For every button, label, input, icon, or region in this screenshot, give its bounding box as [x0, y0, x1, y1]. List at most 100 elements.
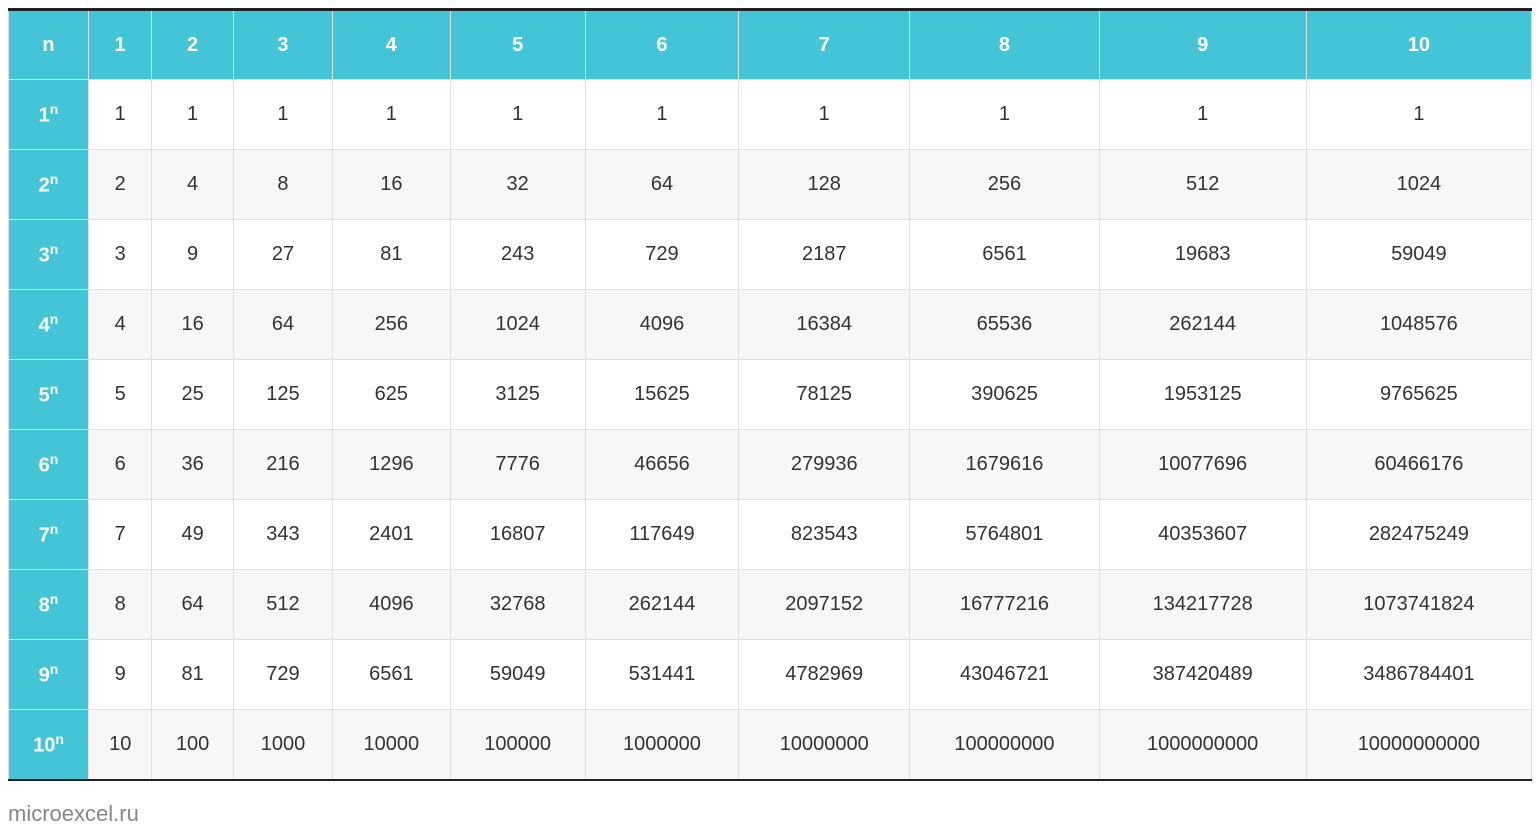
data-cell: 100000: [450, 710, 585, 780]
data-cell: 25: [152, 360, 233, 430]
data-cell: 4096: [585, 290, 738, 360]
data-cell: 16384: [739, 290, 910, 360]
data-cell: 2401: [333, 500, 450, 570]
data-cell: 10000: [333, 710, 450, 780]
data-cell: 1073741824: [1306, 570, 1531, 640]
row-header: 8n: [9, 570, 89, 640]
col-header: 1: [89, 10, 152, 80]
table-row: 8n86451240963276826214420971521677721613…: [9, 570, 1532, 640]
table-row: 5n52512562531251562578125390625195312597…: [9, 360, 1532, 430]
data-cell: 1: [89, 80, 152, 150]
data-cell: 1: [333, 80, 450, 150]
data-cell: 343: [233, 500, 332, 570]
table-row: 9n98172965615904953144147829694304672138…: [9, 640, 1532, 710]
data-cell: 387420489: [1099, 640, 1306, 710]
data-cell: 279936: [739, 430, 910, 500]
data-cell: 262144: [585, 570, 738, 640]
data-cell: 512: [1099, 150, 1306, 220]
data-cell: 10077696: [1099, 430, 1306, 500]
data-cell: 2: [89, 150, 152, 220]
table-row: 4n41664256102440961638465536262144104857…: [9, 290, 1532, 360]
data-cell: 78125: [739, 360, 910, 430]
data-cell: 64: [233, 290, 332, 360]
col-header: 5: [450, 10, 585, 80]
col-header: 3: [233, 10, 332, 80]
data-cell: 1296: [333, 430, 450, 500]
data-cell: 1000: [233, 710, 332, 780]
table-row: 1n1111111111: [9, 80, 1532, 150]
data-cell: 1953125: [1099, 360, 1306, 430]
row-header: 3n: [9, 220, 89, 290]
data-cell: 36: [152, 430, 233, 500]
table-row: 10n1010010001000010000010000001000000010…: [9, 710, 1532, 780]
data-cell: 65536: [910, 290, 1099, 360]
data-cell: 729: [585, 220, 738, 290]
data-cell: 46656: [585, 430, 738, 500]
data-cell: 1024: [450, 290, 585, 360]
data-cell: 64: [585, 150, 738, 220]
data-cell: 4: [89, 290, 152, 360]
data-cell: 134217728: [1099, 570, 1306, 640]
data-cell: 5: [89, 360, 152, 430]
data-cell: 4782969: [739, 640, 910, 710]
data-cell: 1: [450, 80, 585, 150]
data-cell: 10000000000: [1306, 710, 1531, 780]
data-cell: 729: [233, 640, 332, 710]
data-cell: 1000000: [585, 710, 738, 780]
data-cell: 7776: [450, 430, 585, 500]
data-cell: 9765625: [1306, 360, 1531, 430]
data-cell: 81: [333, 220, 450, 290]
data-cell: 282475249: [1306, 500, 1531, 570]
data-cell: 5764801: [910, 500, 1099, 570]
data-cell: 60466176: [1306, 430, 1531, 500]
data-cell: 9: [89, 640, 152, 710]
table-row: 6n63621612967776466562799361679616100776…: [9, 430, 1532, 500]
data-cell: 19683: [1099, 220, 1306, 290]
col-header: 9: [1099, 10, 1306, 80]
data-cell: 128: [739, 150, 910, 220]
data-cell: 243: [450, 220, 585, 290]
data-cell: 4096: [333, 570, 450, 640]
data-cell: 3: [89, 220, 152, 290]
data-cell: 625: [333, 360, 450, 430]
row-header: 2n: [9, 150, 89, 220]
data-cell: 16777216: [910, 570, 1099, 640]
row-header: 1n: [9, 80, 89, 150]
data-cell: 4: [152, 150, 233, 220]
data-cell: 32768: [450, 570, 585, 640]
data-cell: 125: [233, 360, 332, 430]
data-cell: 100000000: [910, 710, 1099, 780]
data-cell: 1: [739, 80, 910, 150]
col-header: 4: [333, 10, 450, 80]
data-cell: 2187: [739, 220, 910, 290]
col-header: 2: [152, 10, 233, 80]
col-header: 8: [910, 10, 1099, 80]
data-cell: 6561: [333, 640, 450, 710]
footer-text: microexcel.ru: [8, 801, 1532, 827]
data-cell: 100: [152, 710, 233, 780]
row-header: 7n: [9, 500, 89, 570]
data-cell: 40353607: [1099, 500, 1306, 570]
data-cell: 10: [89, 710, 152, 780]
row-header: 4n: [9, 290, 89, 360]
data-cell: 59049: [1306, 220, 1531, 290]
table-body: 1n11111111112n24816326412825651210243n39…: [9, 80, 1532, 780]
col-header: 6: [585, 10, 738, 80]
data-cell: 16807: [450, 500, 585, 570]
data-cell: 32: [450, 150, 585, 220]
data-cell: 216: [233, 430, 332, 500]
row-header: 6n: [9, 430, 89, 500]
data-cell: 823543: [739, 500, 910, 570]
data-cell: 390625: [910, 360, 1099, 430]
data-cell: 81: [152, 640, 233, 710]
data-cell: 8: [89, 570, 152, 640]
data-cell: 27: [233, 220, 332, 290]
table-row: 2n2481632641282565121024: [9, 150, 1532, 220]
col-header: 7: [739, 10, 910, 80]
row-header: 5n: [9, 360, 89, 430]
data-cell: 2097152: [739, 570, 910, 640]
col-header: 10: [1306, 10, 1531, 80]
data-cell: 16: [333, 150, 450, 220]
data-cell: 1: [152, 80, 233, 150]
data-cell: 117649: [585, 500, 738, 570]
